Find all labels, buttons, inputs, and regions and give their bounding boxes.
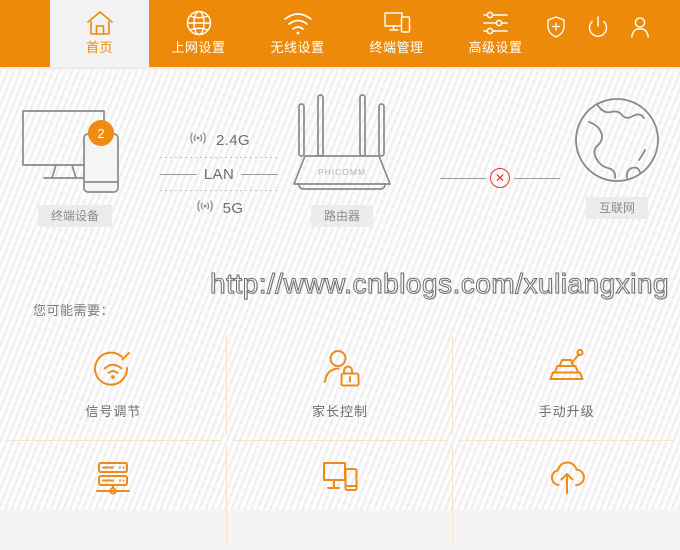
top-navigation-bar: 首页 上网设置 无线设置 终端管理 高级设置	[0, 0, 680, 67]
nav-item-advanced-settings-label: 高级设置	[468, 40, 523, 55]
router-icon: PHICOMM	[293, 94, 391, 190]
topology-router-label: 路由器	[310, 205, 373, 227]
shortcuts-grid: 信号调节 家长控制 手动升级	[0, 330, 680, 544]
network-topology-diagram: 终端设备 2 2.4G LAN 5G PHICOMM 路由器 ✕ 互联网	[0, 70, 680, 250]
nav-item-wireless-settings-label: 无线设置	[270, 40, 325, 55]
nav-left-spacer	[0, 0, 50, 67]
link-row-lan: LAN	[160, 160, 279, 188]
watermark-text: http://www.cnblogs.com/xuliangxing	[210, 268, 670, 300]
nav-item-home[interactable]: 首页	[50, 0, 149, 67]
shortcut-parental-control-label: 家长控制	[311, 404, 368, 419]
power-icon[interactable]	[587, 15, 609, 39]
bridge-server-icon	[91, 454, 135, 502]
shield-plus-icon[interactable]	[545, 15, 567, 39]
shortcut-manual-upgrade[interactable]: 手动升级	[453, 330, 680, 440]
link-line-lan-right	[241, 173, 279, 175]
nav-item-advanced-settings[interactable]: 高级设置	[446, 0, 545, 67]
link-row-wifi-5g: 5G	[160, 193, 278, 223]
globe-earth-icon	[575, 98, 659, 182]
globe-icon	[184, 7, 214, 38]
shortcut-divider-horizontal	[459, 440, 674, 441]
shortcut-signal-adjustment[interactable]: 信号调节	[0, 330, 227, 440]
sliders-icon	[481, 7, 511, 38]
topology-devices-label: 终端设备	[37, 205, 112, 227]
signal-icon	[195, 197, 215, 220]
signal-tune-icon	[91, 344, 135, 392]
topology-node-internet[interactable]: 互联网	[570, 92, 664, 219]
link-line-wifi-5g	[160, 190, 278, 191]
link-label-lan: LAN	[203, 165, 235, 183]
link-row-wifi-24g: 2.4G	[160, 125, 278, 155]
topology-node-devices[interactable]: 终端设备	[16, 100, 134, 227]
link-line-lan-left	[160, 173, 197, 175]
nav-item-internet-settings[interactable]: 上网设置	[149, 0, 248, 67]
parental-lock-icon	[318, 344, 362, 392]
shortcut-parental-control[interactable]: 家长控制	[227, 330, 454, 440]
wifi-icon	[282, 7, 314, 38]
home-icon	[85, 7, 115, 38]
connected-device-count-badge: 2	[88, 120, 114, 146]
link-label-wifi-5g: 5G	[222, 199, 244, 217]
shortcut-device-manage[interactable]	[227, 440, 454, 550]
manual-upgrade-icon	[545, 344, 589, 392]
router-brand-text: PHICOMM	[318, 167, 366, 177]
link-line-wifi-24g	[160, 157, 278, 158]
wan-line-left	[440, 177, 486, 179]
x-circle-icon: ✕	[490, 168, 510, 188]
topology-internet-label: 互联网	[585, 197, 648, 219]
nav-item-device-management[interactable]: 终端管理	[347, 0, 446, 67]
shortcut-bridge-server[interactable]	[0, 440, 227, 550]
shortcut-divider-horizontal	[6, 440, 221, 441]
devices-icon	[382, 7, 412, 38]
signal-icon	[188, 129, 208, 152]
nav-right-actions	[545, 0, 680, 67]
link-label-wifi-24g: 2.4G	[215, 131, 251, 149]
shortcut-divider-horizontal	[232, 440, 448, 441]
nav-item-device-management-label: 终端管理	[369, 40, 424, 55]
shortcut-cloud-upload[interactable]	[453, 440, 680, 550]
device-manage-icon	[318, 454, 362, 502]
shortcuts-section-title: 您可能需要：	[33, 303, 115, 318]
wan-line-right	[514, 177, 560, 179]
topology-node-router[interactable]: PHICOMM 路由器	[282, 90, 402, 227]
lan-wifi-link-group: 2.4G LAN 5G	[160, 125, 279, 223]
cloud-upload-icon	[545, 454, 589, 502]
user-icon[interactable]	[629, 15, 651, 39]
nav-item-home-label: 首页	[85, 40, 113, 55]
nav-bottom-shadow	[0, 67, 680, 70]
shortcut-manual-upgrade-label: 手动升级	[538, 404, 595, 419]
monitor-phone-icon	[22, 110, 119, 193]
shortcut-signal-adjustment-label: 信号调节	[85, 404, 142, 419]
nav-item-wireless-settings[interactable]: 无线设置	[248, 0, 347, 67]
nav-item-internet-settings-label: 上网设置	[171, 40, 226, 55]
wan-link-status: ✕	[440, 168, 560, 188]
